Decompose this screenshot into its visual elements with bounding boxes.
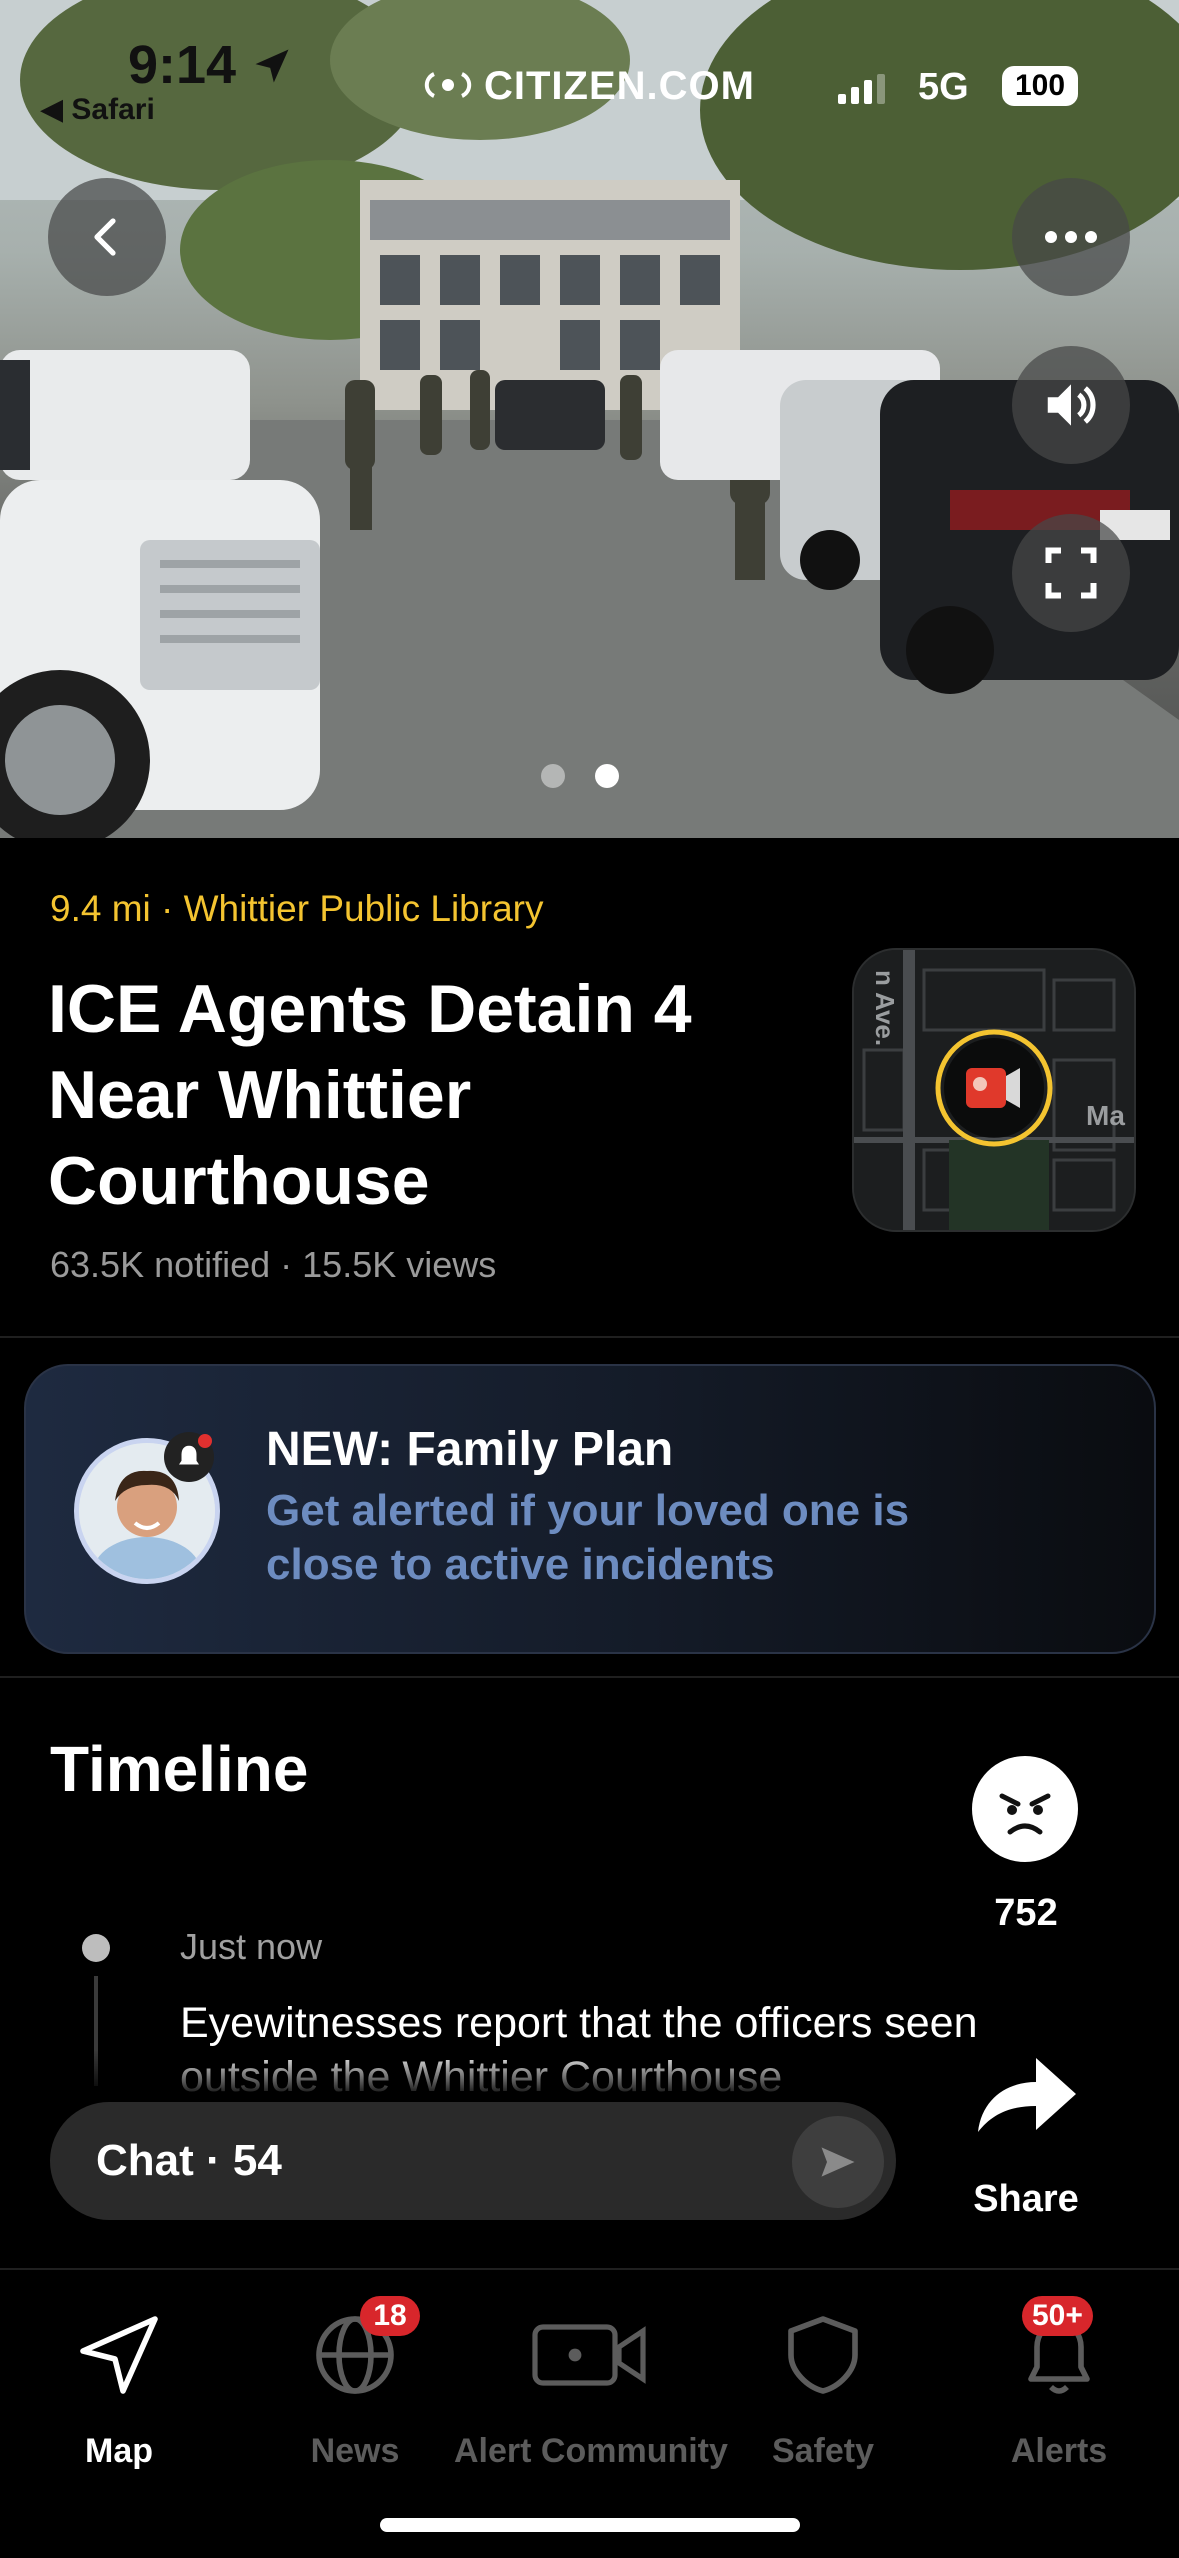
tab-alert-community[interactable]: Alert Community xyxy=(454,2270,728,2470)
incident-stats: 63.5K notified · 15.5K views xyxy=(50,1244,497,1285)
avatar-alert-badge xyxy=(164,1432,214,1482)
pager-dot-active[interactable] xyxy=(595,764,619,788)
divider xyxy=(0,1336,1179,1338)
fullscreen-icon xyxy=(1045,547,1097,599)
back-to-safari[interactable]: ◀ Safari xyxy=(40,92,155,127)
navigation-arrow-icon xyxy=(80,2316,158,2394)
site-label: CITIZEN.COM xyxy=(484,64,755,108)
incident-mini-map[interactable]: n Ave. Ma xyxy=(852,948,1136,1232)
tab-label: News xyxy=(310,2432,400,2470)
more-options-button[interactable] xyxy=(1012,178,1130,296)
sound-toggle-button[interactable] xyxy=(1012,346,1130,464)
map-street-label: n Ave. xyxy=(870,970,900,1047)
chat-button[interactable]: Chat · 54 xyxy=(50,2102,896,2220)
tab-label: Alerts xyxy=(1010,2432,1108,2470)
timeline-entry-time: Just now xyxy=(180,1926,323,1967)
tab-label: Safety xyxy=(771,2432,875,2470)
pager-dot[interactable] xyxy=(541,764,565,788)
divider xyxy=(0,1676,1179,1678)
alerts-badge: 50+ xyxy=(1022,2296,1093,2336)
family-plan-banner[interactable]: NEW: Family Plan Get alerted if your lov… xyxy=(24,1364,1156,1654)
incident-title: ICE Agents Detain 4 Near Whittier Courth… xyxy=(48,971,692,1219)
map-street-label: Ma xyxy=(1086,1100,1125,1131)
tab-alerts[interactable]: 50+ Alerts xyxy=(944,2270,1174,2470)
shield-icon xyxy=(788,2316,858,2394)
chat-label: Chat · 54 xyxy=(96,2136,282,2185)
tab-safety[interactable]: Safety xyxy=(708,2270,938,2470)
incident-media[interactable]: 9:14 ◀ Safari CITIZEN.COM 5G 100 xyxy=(0,0,1179,838)
promo-subtitle: Get alerted if your loved one is close t… xyxy=(266,1486,910,1589)
timeline-heading: Timeline xyxy=(50,1733,309,1805)
cellular-signal-icon xyxy=(838,74,885,104)
speaker-icon xyxy=(1047,384,1096,426)
network-type: 5G xyxy=(918,66,969,108)
bottom-tab-bar: Map 18 News Alert Community Safety 50+ A… xyxy=(0,2268,1179,2558)
timeline-dot xyxy=(82,1934,110,1962)
battery-level: 100 xyxy=(1002,66,1078,106)
citizen-logo-icon xyxy=(424,72,472,98)
more-dots-icon xyxy=(1045,231,1097,243)
share-button[interactable]: Share xyxy=(960,2178,1092,2221)
bell-icon xyxy=(179,1445,199,1465)
media-pager[interactable] xyxy=(541,764,619,788)
share-icon[interactable] xyxy=(970,2050,1082,2140)
tab-map[interactable]: Map xyxy=(4,2270,234,2470)
chevron-left-icon xyxy=(94,218,116,256)
status-time: 9:14 xyxy=(128,35,237,95)
tab-news[interactable]: 18 News xyxy=(240,2270,470,2470)
incident-distance-location: 9.4 mi · Whittier Public Library xyxy=(50,888,544,929)
angry-face-icon xyxy=(999,1793,1051,1835)
news-badge: 18 xyxy=(360,2296,420,2336)
video-camera-icon xyxy=(532,2324,646,2386)
location-arrow-icon xyxy=(255,49,289,83)
tab-label: Alert Community xyxy=(454,2432,728,2470)
home-indicator[interactable] xyxy=(380,2518,800,2532)
status-bar: 9:14 ◀ Safari CITIZEN.COM 5G 100 xyxy=(0,0,1179,130)
reaction-count: 752 xyxy=(994,1892,1058,1934)
send-button[interactable] xyxy=(792,2116,884,2208)
fullscreen-button[interactable] xyxy=(1012,514,1130,632)
promo-title: NEW: Family Plan xyxy=(266,1423,674,1476)
back-button[interactable] xyxy=(48,178,166,296)
reaction-button[interactable] xyxy=(972,1756,1078,1862)
tab-label: Map xyxy=(85,2432,153,2470)
send-icon xyxy=(821,2147,855,2177)
